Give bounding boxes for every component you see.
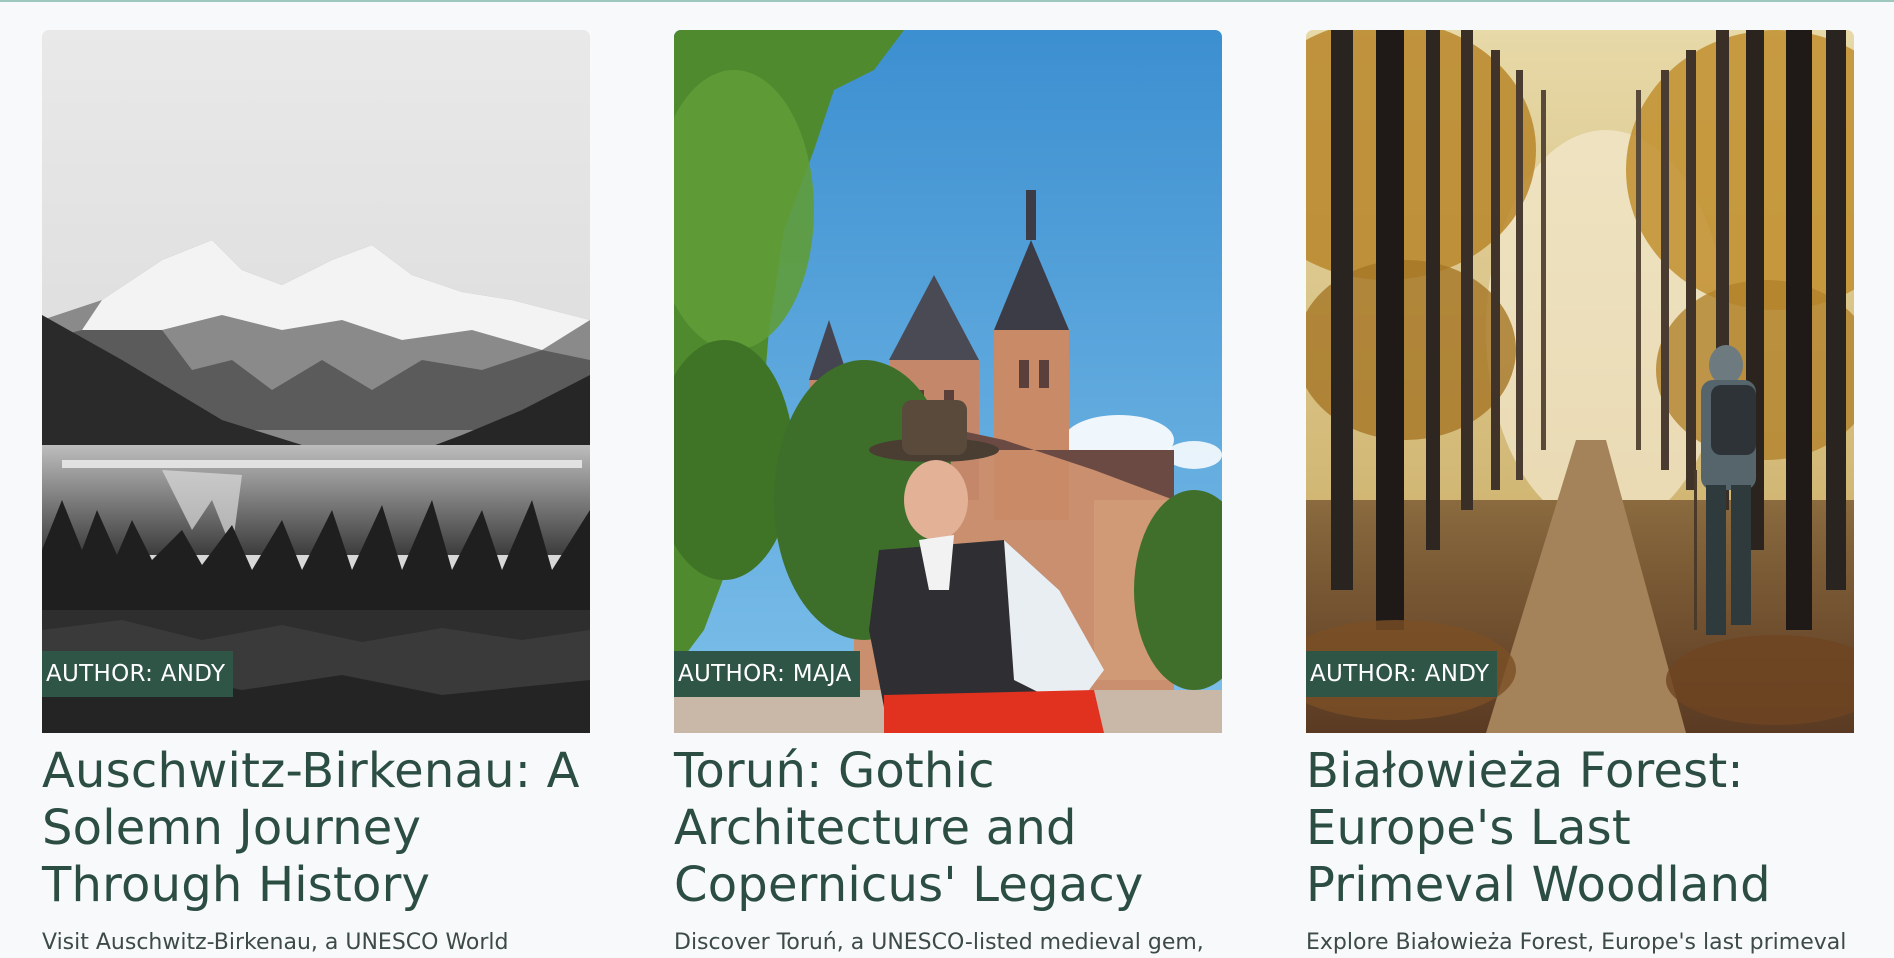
author-badge: AUTHOR: ANDY [1306,651,1498,697]
article-description: Discover Toruń, a UNESCO-listed medieval… [674,930,1204,955]
article-image[interactable]: AUTHOR: ANDY [42,30,590,733]
article-title[interactable]: Białowieża Forest: Europe's Last Primeva… [1306,743,1854,914]
article-image[interactable]: AUTHOR: MAJA [674,30,1222,733]
article-card-torun[interactable]: AUTHOR: MAJA Toruń: Gothic Architecture … [674,30,1222,958]
article-grid: AUTHOR: ANDY Auschwitz-Birkenau: A Solem… [42,30,1854,958]
article-card-auschwitz[interactable]: AUTHOR: ANDY Auschwitz-Birkenau: A Solem… [42,30,590,958]
torun-church-photo [674,30,1222,733]
article-image[interactable]: AUTHOR: ANDY [1306,30,1854,733]
article-description: Explore Białowieża Forest, Europe's last… [1306,930,1847,955]
autumn-forest-photo [1306,30,1854,733]
top-border [0,0,1894,2]
mountain-lake-photo [42,30,590,733]
article-title[interactable]: Auschwitz-Birkenau: A Solemn Journey Thr… [42,743,590,914]
article-card-bialowieza[interactable]: AUTHOR: ANDY Białowieża Forest: Europe's… [1306,30,1854,958]
author-badge: AUTHOR: ANDY [42,651,234,697]
article-description: Visit Auschwitz-Birkenau, a UNESCO World [42,930,509,955]
author-badge: AUTHOR: MAJA [674,651,860,697]
article-title[interactable]: Toruń: Gothic Architecture and Copernicu… [674,743,1222,914]
